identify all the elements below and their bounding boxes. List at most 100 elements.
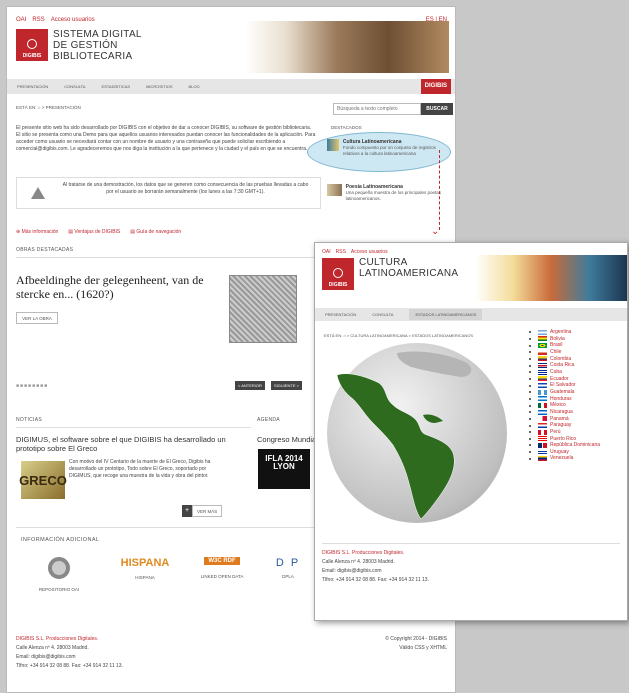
plus-icon: + <box>182 505 192 517</box>
nav-digibis-badge[interactable]: DIGIBIS <box>420 79 451 94</box>
noticia-text: Con motivo del IV Centario de la muerte … <box>69 459 211 479</box>
overlay-digibis-logo[interactable]: DIGIBIS <box>322 258 354 290</box>
country-chile[interactable]: Chile <box>529 349 600 356</box>
cultura-thumb <box>327 139 339 151</box>
ver-mas-button[interactable]: + VER MÁS <box>182 505 223 517</box>
overlay-rss-link[interactable]: RSS <box>336 249 346 255</box>
guia-link[interactable]: ▤ Guía de navegación <box>130 229 181 235</box>
cultura-latinoamericana-page: OAI RSS Acceso usuarios DIGIBIS CULTURA … <box>314 242 628 621</box>
ventajas-link[interactable]: ▤ Ventajas de DIGIBIS <box>68 229 120 235</box>
overlay-nav-presentacion[interactable]: PRESENTACIÓN <box>325 312 356 317</box>
costa-rica-flag-icon <box>538 363 547 369</box>
nicaragua-flag-icon <box>538 409 547 415</box>
puerto-rico-flag-icon <box>538 436 547 442</box>
footer-copyright: © Copyright 2014 - DIGIBIS Válido CSS y … <box>385 636 447 651</box>
nav-presentacion[interactable]: PRESENTACIÓN <box>17 84 48 89</box>
nav-micrositios[interactable]: MICROSITIOS <box>146 84 172 89</box>
country-venezuela[interactable]: Venezuela <box>529 455 600 462</box>
country-el-salvador[interactable]: El Salvador <box>529 382 600 389</box>
obras-heading: OBRAS DESTACADAS <box>16 247 74 253</box>
country-mexico[interactable]: México <box>529 402 600 409</box>
country-cuba[interactable]: Cuba <box>529 369 600 376</box>
info-heading: INFORMACIÓN ADICIONAL <box>21 537 100 543</box>
country-nicaragua[interactable]: Nicaragua <box>529 409 600 416</box>
mexico-flag-icon <box>538 403 547 409</box>
next-button[interactable]: SIGUIENTE > <box>271 381 303 390</box>
country-honduras[interactable]: Honduras <box>529 396 600 403</box>
agenda-heading: AGENDA <box>257 417 280 423</box>
country-guatemala[interactable]: Guatemala <box>529 389 600 396</box>
brasil-flag-icon <box>538 343 547 349</box>
nav-estadisticas[interactable]: ESTADÍSTICAS <box>101 84 130 89</box>
carousel-dots[interactable]: ■■■■■■■■ <box>16 383 48 389</box>
country-panama[interactable]: Panamá <box>529 416 600 423</box>
overlay-title: CULTURA LATINOAMERICANA <box>359 257 459 279</box>
nav-consulta[interactable]: CONSULTA <box>64 84 85 89</box>
footer-email[interactable]: Email: digibis@digibis.com <box>16 653 123 662</box>
latin-america-globe-map[interactable] <box>327 343 507 523</box>
destacado-poesia[interactable]: Poesía Latinoamericana Una pequeña muest… <box>327 184 453 202</box>
el-salvador-flag-icon <box>538 383 547 389</box>
country-uruguay[interactable]: Uruguay <box>529 449 600 456</box>
callout-connector <box>439 150 440 230</box>
republica-dominicana-flag-icon <box>538 442 547 448</box>
overlay-footer-email[interactable]: Email: digibis@digibis.com <box>322 567 429 576</box>
venezuela-flag-icon <box>538 456 547 462</box>
library-header-image <box>245 21 449 73</box>
overlay-nav: PRESENTACIÓN CONSULTA ESTADOS LATINOAMER… <box>315 308 627 321</box>
ver-obra-button[interactable]: VER LA OBRA <box>16 312 58 324</box>
colombia-flag-icon <box>538 356 547 362</box>
globe-map-icon <box>336 351 472 520</box>
country-bolivia[interactable]: Bolivia <box>529 336 600 343</box>
country-brasil[interactable]: Brasil <box>529 342 600 349</box>
country-ecuador[interactable]: Ecuador <box>529 376 600 383</box>
overlay-header-image <box>475 255 627 301</box>
partner-dpla[interactable]: D P DPLA <box>263 557 313 579</box>
chile-flag-icon <box>538 349 547 355</box>
noticias-heading: NOTICIAS <box>16 417 43 423</box>
demo-notice: Al tratarse de una demostración, los dat… <box>16 177 321 209</box>
destacado-cultura[interactable]: Cultura Latinoamericana Fondo compuesto … <box>327 139 453 157</box>
greco-image[interactable]: GRECO <box>19 461 67 499</box>
cuba-flag-icon <box>538 369 547 375</box>
destacados-heading: DESTACADOS <box>331 125 362 130</box>
nav-blog[interactable]: BLOG <box>189 84 200 89</box>
site-title: SISTEMA DIGITAL DE GESTIÓN BIBLIOTECARIA <box>53 29 142 62</box>
country-paraguay[interactable]: Paraguay <box>529 422 600 429</box>
search-button[interactable]: BUSCAR <box>421 103 453 115</box>
oai-link[interactable]: OAI <box>16 17 26 23</box>
overlay-nav-estados[interactable]: ESTADOS LATINOAMERICANOS <box>409 309 483 320</box>
search-input[interactable] <box>333 103 421 115</box>
obra-title[interactable]: Afbeeldinghe der gelegenheent, van de st… <box>16 273 226 301</box>
overlay-oai-link[interactable]: OAI <box>322 249 331 255</box>
overlay-breadcrumb: ESTÁ EN: ⌂ > CULTURA LATINOAMERICANA > E… <box>324 333 474 338</box>
country-argentina[interactable]: Argentina <box>529 329 600 336</box>
overlay-login-link[interactable]: Acceso usuarios <box>351 249 388 255</box>
poesia-thumb <box>327 184 342 196</box>
panama-flag-icon <box>538 416 547 422</box>
prev-button[interactable]: < ANTERIOR <box>235 381 265 390</box>
footer-contact: DIGIBIS S.L. Producciones Digitales. Cal… <box>16 636 123 669</box>
ifla-image[interactable]: IFLA 2014 LYON <box>258 449 310 489</box>
obra-map-image[interactable] <box>229 275 297 343</box>
login-link[interactable]: Acceso usuarios <box>51 17 95 23</box>
partner-oai[interactable]: REPOSITORIO OAI <box>31 557 87 592</box>
country-colombia[interactable]: Colombia <box>529 356 600 363</box>
bolivia-flag-icon <box>538 336 547 342</box>
country-peru[interactable]: Perú <box>529 429 600 436</box>
country-costa-rica[interactable]: Costa Rica <box>529 362 600 369</box>
digibis-logo[interactable]: DIGIBIS <box>16 29 48 61</box>
overlay-nav-consulta[interactable]: CONSULTA <box>372 312 393 317</box>
divider <box>16 427 251 428</box>
partner-hispana[interactable]: HISPANA HISPANA <box>117 557 173 580</box>
top-links: OAI RSS Acceso usuarios <box>16 17 95 23</box>
mas-informacion-link[interactable]: ⊕ Más información <box>16 229 58 235</box>
country-republica-dominicana[interactable]: República Dominicana <box>529 442 600 449</box>
country-list: Argentina Bolivia Brasil Chile Colombia … <box>529 329 600 462</box>
partner-lod[interactable]: W3C RDF LINKED OPEN DATA <box>185 557 259 579</box>
uruguay-flag-icon <box>538 449 547 455</box>
rss-link[interactable]: RSS <box>32 17 44 23</box>
noticia-title[interactable]: DIGIMUS, el software sobre el que DIGIBI… <box>16 435 256 453</box>
country-puerto-rico[interactable]: Puerto Rico <box>529 436 600 443</box>
callout-arrow-icon: ⌄ <box>431 226 440 237</box>
